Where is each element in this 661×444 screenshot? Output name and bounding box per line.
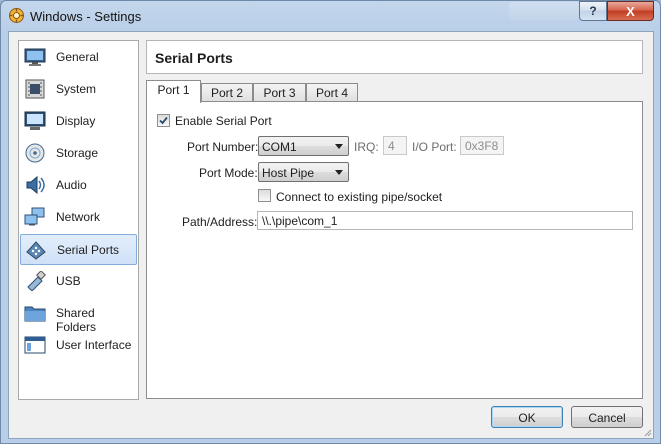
tab-port-4[interactable]: Port 4 <box>306 83 358 102</box>
port-number-value: COM1 <box>262 140 297 154</box>
resize-grip-icon[interactable] <box>642 427 652 437</box>
enable-serial-port-label: Enable Serial Port <box>175 114 272 128</box>
window-icon <box>24 336 46 354</box>
title-bar[interactable]: Windows - Settings ? X <box>1 1 660 31</box>
sidebar-item-label: Network <box>56 210 101 224</box>
sidebar-item-storage[interactable]: Storage <box>20 138 137 169</box>
page-header: Serial Ports <box>146 40 643 74</box>
connect-existing-checkbox[interactable] <box>258 189 271 202</box>
enable-serial-port-checkbox[interactable] <box>157 114 170 127</box>
io-port-label: I/O Port: <box>412 140 457 154</box>
sidebar-item-label: Storage <box>56 146 99 160</box>
checkmark-icon <box>159 116 168 125</box>
page-title: Serial Ports <box>155 50 233 66</box>
disk-icon <box>25 143 45 163</box>
sidebar-item-general[interactable]: General <box>20 42 137 73</box>
ok-button[interactable]: OK <box>491 406 563 428</box>
sidebar-item-label: Audio <box>56 178 87 192</box>
sidebar-item-label: Display <box>56 114 96 128</box>
settings-window: Windows - Settings ? X General System Di… <box>0 0 661 444</box>
settings-category-list[interactable]: General System Display Storage Audio Net… <box>18 40 139 400</box>
cancel-button[interactable]: Cancel <box>571 406 643 428</box>
tab-port-1[interactable]: Port 1 <box>146 80 201 103</box>
sidebar-item-label: User Interface <box>56 338 132 352</box>
path-address-label: Path/Address: <box>182 215 258 229</box>
connect-existing-label: Connect to existing pipe/socket <box>276 190 443 204</box>
sidebar-item-user-interface[interactable]: User Interface <box>20 330 137 361</box>
usb-icon <box>27 271 46 291</box>
port-number-label: Port Number: <box>187 140 259 154</box>
port-mode-select[interactable]: Host Pipe <box>258 162 349 182</box>
speaker-icon <box>26 175 45 195</box>
sidebar-item-display[interactable]: Display <box>20 106 137 137</box>
background-window-button <box>509 2 579 20</box>
sidebar-item-serial-ports[interactable]: Serial Ports <box>20 234 137 265</box>
close-button[interactable]: X <box>607 1 654 21</box>
window-title: Windows - Settings <box>30 9 142 24</box>
monitor-icon <box>24 48 46 66</box>
sidebar-item-network[interactable]: Network <box>20 202 137 233</box>
tab-port-2[interactable]: Port 2 <box>201 83 253 102</box>
serial-port-icon <box>26 241 46 260</box>
chevron-down-icon <box>335 170 343 175</box>
irq-label: IRQ: <box>354 140 379 154</box>
irq-field: 4 <box>383 136 407 155</box>
port-mode-value: Host Pipe <box>262 166 315 180</box>
folder-icon <box>24 306 46 322</box>
dialog-body: General System Display Storage Audio Net… <box>8 31 654 439</box>
tab-port-3[interactable]: Port 3 <box>253 83 306 102</box>
port-settings-panel: Enable Serial Port Port Number: COM1 IRQ… <box>146 101 643 399</box>
io-port-field: 0x3F8 <box>460 136 504 155</box>
display-icon <box>24 111 46 130</box>
sidebar-item-audio[interactable]: Audio <box>20 170 137 201</box>
network-icon <box>24 207 45 226</box>
sidebar-item-label: General <box>56 50 99 64</box>
sidebar-item-label: Serial Ports <box>57 243 120 257</box>
chip-icon <box>25 79 45 99</box>
port-mode-label: Port Mode: <box>199 166 258 180</box>
sidebar-item-usb[interactable]: USB <box>20 266 137 297</box>
port-number-select[interactable]: COM1 <box>258 136 349 156</box>
sidebar-item-system[interactable]: System <box>20 74 137 105</box>
sidebar-item-shared-folders[interactable]: Shared Folders <box>20 298 137 334</box>
sidebar-item-label: USB <box>56 274 81 288</box>
help-button[interactable]: ? <box>579 1 607 21</box>
path-address-input[interactable]: \\.\pipe\com_1 <box>257 211 633 230</box>
virtualbox-icon <box>9 8 24 23</box>
chevron-down-icon <box>335 144 343 149</box>
sidebar-item-label: System <box>56 82 97 96</box>
